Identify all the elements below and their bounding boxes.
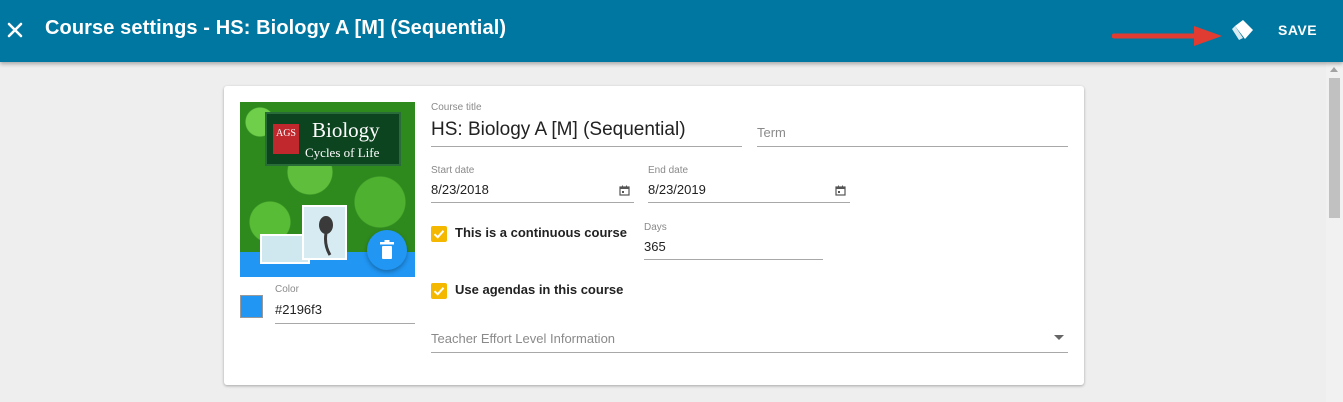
- inset-photo-tadpole: [302, 205, 347, 260]
- page-title: Course settings - HS: Biology A [M] (Seq…: [45, 17, 507, 39]
- book-title-label: AGS Biology Cycles of Life: [265, 112, 401, 166]
- course-title-label: Course title: [431, 102, 482, 113]
- book-subtitle: Cycles of Life: [305, 145, 380, 160]
- days-underline: [644, 259, 823, 260]
- end-date-value: 8/23/2019: [648, 182, 706, 197]
- app-header: Course settings - HS: Biology A [M] (Seq…: [0, 0, 1343, 62]
- days-field[interactable]: Days 365: [644, 222, 823, 260]
- book-title: Biology: [312, 118, 380, 142]
- end-date-underline: [648, 202, 850, 203]
- tag-icon[interactable]: [1230, 19, 1254, 41]
- scroll-up-arrow-icon[interactable]: [1330, 67, 1338, 72]
- course-title-underline: [431, 146, 742, 147]
- start-date-underline: [431, 202, 634, 203]
- tadpole-icon: [319, 216, 333, 256]
- trash-icon: [380, 240, 394, 259]
- days-value: 365: [644, 239, 666, 254]
- teacher-effort-underline: [431, 352, 1068, 353]
- continuous-course-checkbox[interactable]: [431, 226, 447, 242]
- agendas-checkbox[interactable]: [431, 283, 447, 299]
- teacher-effort-placeholder: Teacher Effort Level Information: [431, 331, 616, 346]
- calendar-icon[interactable]: [619, 185, 630, 196]
- color-swatch[interactable]: [240, 295, 263, 318]
- course-title-value: HS: Biology A [M] (Sequential): [431, 119, 686, 140]
- term-underline: [757, 146, 1068, 147]
- close-icon[interactable]: [4, 19, 26, 41]
- color-underline: [275, 323, 415, 324]
- scrollbar[interactable]: [1326, 62, 1343, 402]
- start-date-value: 8/23/2018: [431, 182, 489, 197]
- teacher-effort-dropdown[interactable]: Teacher Effort Level Information: [431, 324, 1068, 353]
- arrow-annotation-icon: [1112, 26, 1222, 46]
- scroll-thumb[interactable]: [1329, 78, 1340, 218]
- color-value: #2196f3: [275, 302, 322, 317]
- checkmark-icon: [433, 287, 445, 296]
- publisher-logo: AGS: [273, 124, 299, 154]
- checkmark-icon: [433, 230, 445, 239]
- chevron-down-icon[interactable]: [1054, 335, 1064, 340]
- course-cover-image: AGS Biology Cycles of Life: [240, 102, 415, 277]
- delete-cover-button[interactable]: [367, 230, 407, 270]
- course-title-field[interactable]: Course title HS: Biology A [M] (Sequenti…: [431, 102, 742, 147]
- continuous-course-label: This is a continuous course: [455, 225, 627, 240]
- term-field[interactable]: Term: [757, 102, 1068, 147]
- start-date-label: Start date: [431, 165, 475, 176]
- term-placeholder: Term: [757, 125, 786, 140]
- calendar-icon[interactable]: [835, 185, 846, 196]
- color-label: Color: [275, 284, 299, 295]
- save-button[interactable]: SAVE: [1270, 20, 1325, 40]
- end-date-label: End date: [648, 165, 689, 176]
- agendas-label: Use agendas in this course: [455, 282, 624, 297]
- start-date-field[interactable]: Start date 8/23/2018: [431, 165, 634, 203]
- days-label: Days: [644, 222, 667, 233]
- course-settings-card: AGS Biology Cycles of Life Color #2196f3…: [224, 86, 1084, 385]
- end-date-field[interactable]: End date 8/23/2019: [648, 165, 850, 203]
- color-field[interactable]: Color #2196f3: [275, 284, 415, 324]
